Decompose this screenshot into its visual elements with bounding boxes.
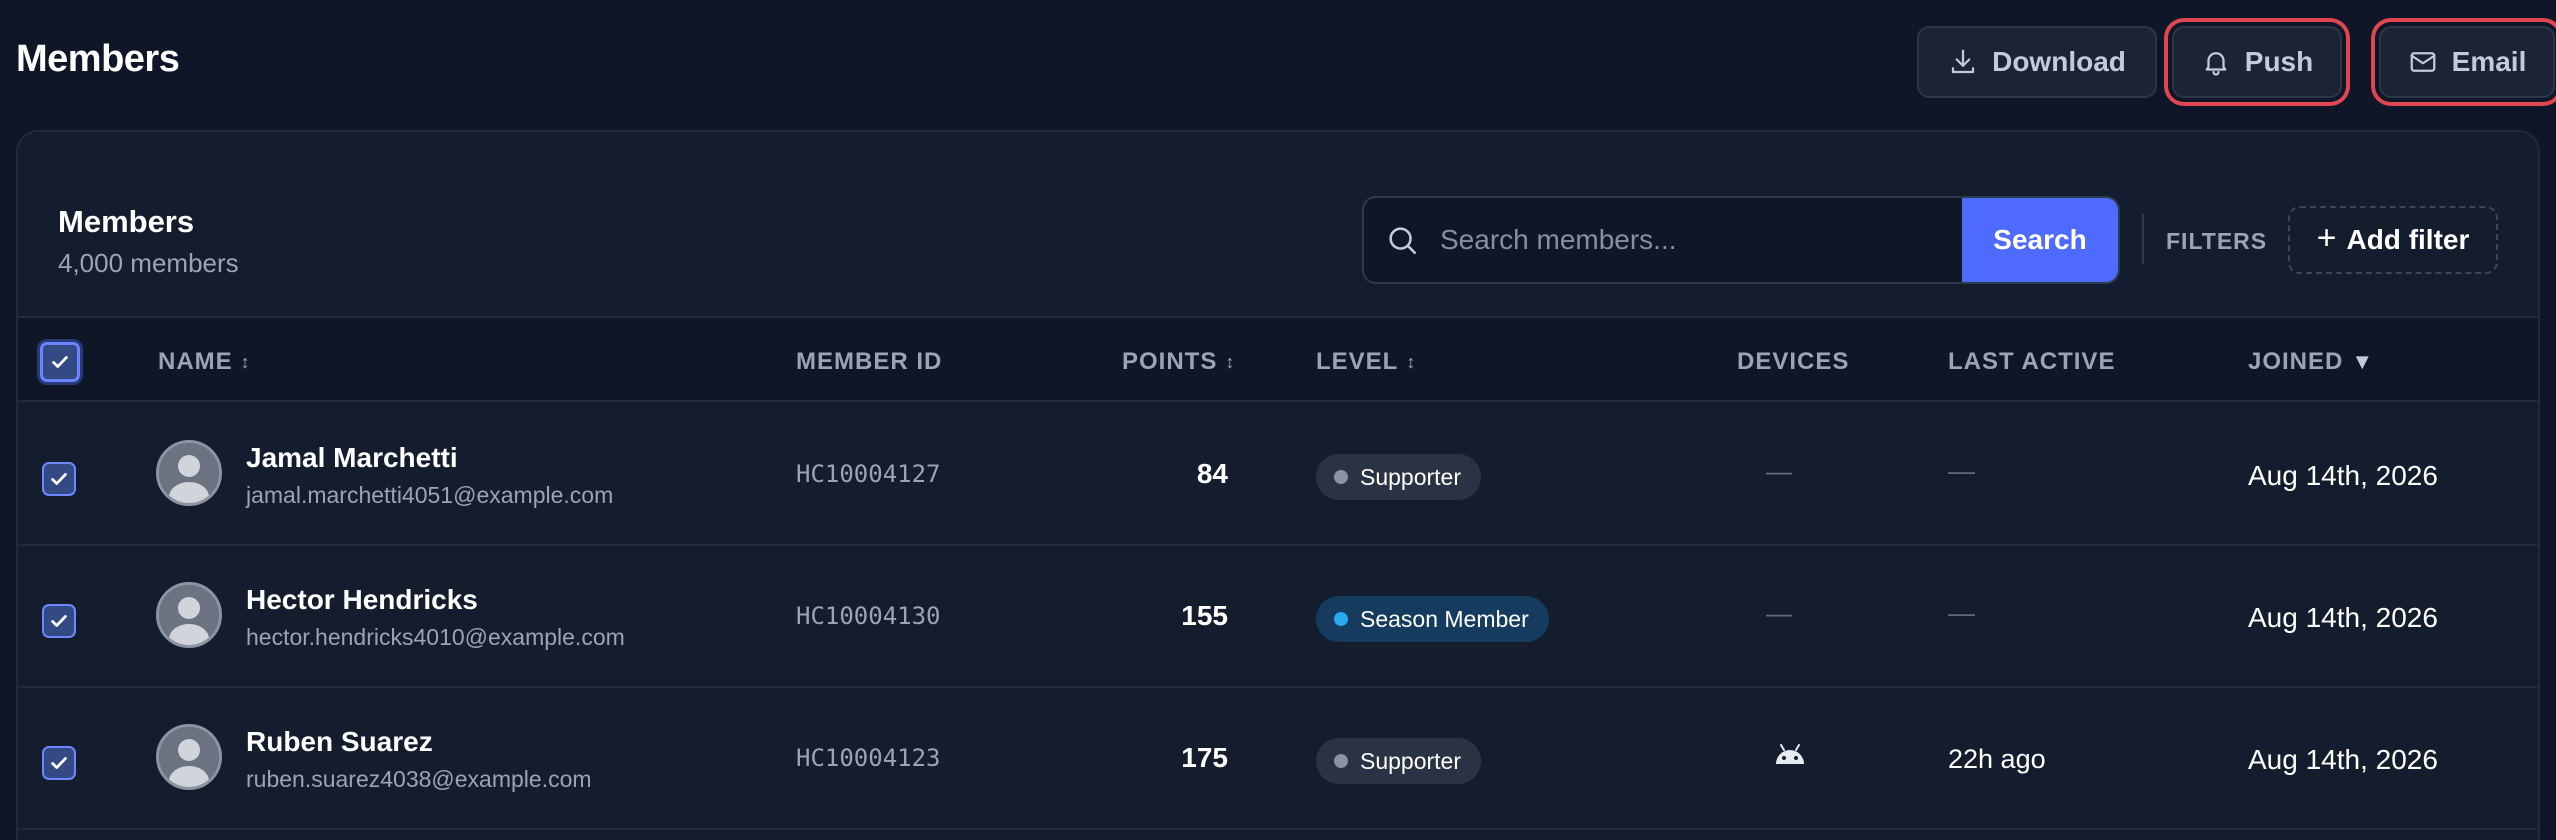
column-level[interactable]: LEVEL ↕	[1316, 348, 1416, 376]
plus-icon: +	[2316, 218, 2337, 257]
user-avatar-icon	[159, 443, 219, 503]
table-header: NAME ↕ MEMBER ID POINTS ↕ LEVEL ↕ DEVICES L…	[18, 316, 2538, 402]
level-dot	[1334, 754, 1348, 768]
search-button[interactable]: Search	[1962, 198, 2118, 282]
download-label: Download	[1992, 46, 2126, 77]
column-points[interactable]: POINTS ↕	[1122, 348, 1235, 376]
table-row[interactable]: Hector Hendricks hector.hendricks4010@ex…	[18, 546, 2538, 688]
card-title: Members	[58, 204, 195, 239]
check-icon	[51, 473, 67, 485]
level-badge: Supporter	[1316, 454, 1482, 500]
avatar	[156, 724, 222, 790]
level-badge: Supporter	[1316, 738, 1482, 784]
row-checkbox[interactable]	[42, 604, 76, 638]
member-email: jamal.marchetti4051@example.com	[246, 482, 614, 508]
member-email: hector.hendricks4010@example.com	[246, 624, 625, 650]
member-name[interactable]: Jamal Marchetti	[246, 442, 458, 474]
member-points: 84	[1196, 458, 1228, 489]
member-name[interactable]: Hector Hendricks	[246, 584, 478, 616]
bell-icon	[2205, 52, 2227, 76]
member-id: HC10004123	[796, 744, 941, 772]
row-checkbox[interactable]	[42, 462, 76, 496]
level-label: Supporter	[1360, 463, 1462, 490]
joined-date: Aug 14th, 2026	[2248, 602, 2438, 633]
members-card: Members 4,000 members Search FILTERS + A…	[16, 130, 2540, 840]
last-active: —	[1948, 456, 1975, 486]
mail-icon	[2410, 52, 2436, 72]
search-bar: Search	[1362, 196, 2120, 284]
add-filter-button[interactable]: + Add filter	[2288, 206, 2498, 274]
add-filter-label: Add filter	[2346, 224, 2470, 255]
level-dot	[1334, 612, 1348, 626]
joined-date: Aug 14th, 2026	[2248, 460, 2438, 491]
member-points: 155	[1181, 600, 1228, 631]
last-active: —	[1948, 598, 1975, 628]
sort-desc-icon: ▼	[2351, 349, 2375, 374]
last-active: 22h ago	[1948, 744, 2046, 774]
select-all-checkbox[interactable]	[40, 342, 80, 382]
devices-empty: —	[1766, 598, 1792, 628]
devices-empty: —	[1766, 456, 1792, 486]
column-joined[interactable]: JOINED ▼	[2248, 348, 2374, 376]
push-label: Push	[2244, 46, 2314, 77]
column-name[interactable]: NAME ↕	[158, 348, 251, 376]
column-member-id: MEMBER ID	[796, 348, 943, 375]
search-input[interactable]	[1440, 198, 1962, 282]
filters-label: FILTERS	[2166, 228, 2268, 254]
filters-divider	[2142, 214, 2144, 264]
table-row[interactable]: Ruben Suarez ruben.suarez4038@example.co…	[18, 688, 2538, 830]
member-points: 175	[1181, 742, 1228, 773]
member-email: ruben.suarez4038@example.com	[246, 766, 592, 792]
user-avatar-icon	[159, 727, 219, 787]
android-icon	[1776, 744, 1804, 764]
column-last-active: LAST ACTIVE	[1948, 348, 2116, 375]
check-icon	[51, 757, 67, 769]
sort-icon: ↕	[1406, 351, 1417, 372]
push-button[interactable]: Push	[2172, 26, 2342, 98]
sort-icon: ↕	[1225, 351, 1236, 372]
check-icon	[52, 356, 68, 368]
avatar	[156, 582, 222, 648]
level-label: Season Member	[1360, 605, 1529, 632]
check-icon	[51, 615, 67, 627]
level-label: Supporter	[1360, 747, 1462, 774]
avatar	[156, 440, 222, 506]
member-id: HC10004127	[796, 460, 941, 488]
row-checkbox[interactable]	[42, 746, 76, 780]
table-row[interactable]: Jamal Marchetti jamal.marchetti4051@exam…	[18, 404, 2538, 546]
level-dot	[1334, 470, 1348, 484]
download-icon	[1951, 49, 1975, 74]
sort-icon: ↕	[240, 351, 251, 372]
joined-date: Aug 14th, 2026	[2248, 744, 2438, 775]
user-avatar-icon	[159, 585, 219, 645]
level-badge: Season Member	[1316, 596, 1549, 642]
member-name[interactable]: Ruben Suarez	[246, 726, 433, 758]
download-button[interactable]: Download	[1917, 26, 2157, 98]
column-devices: DEVICES	[1737, 348, 1850, 375]
email-button[interactable]: Email	[2379, 26, 2555, 98]
email-label: Email	[2451, 46, 2527, 77]
member-id: HC10004130	[796, 602, 941, 630]
member-count: 4,000 members	[58, 248, 239, 278]
search-icon	[1364, 198, 1440, 282]
page-title: Members	[16, 38, 180, 80]
